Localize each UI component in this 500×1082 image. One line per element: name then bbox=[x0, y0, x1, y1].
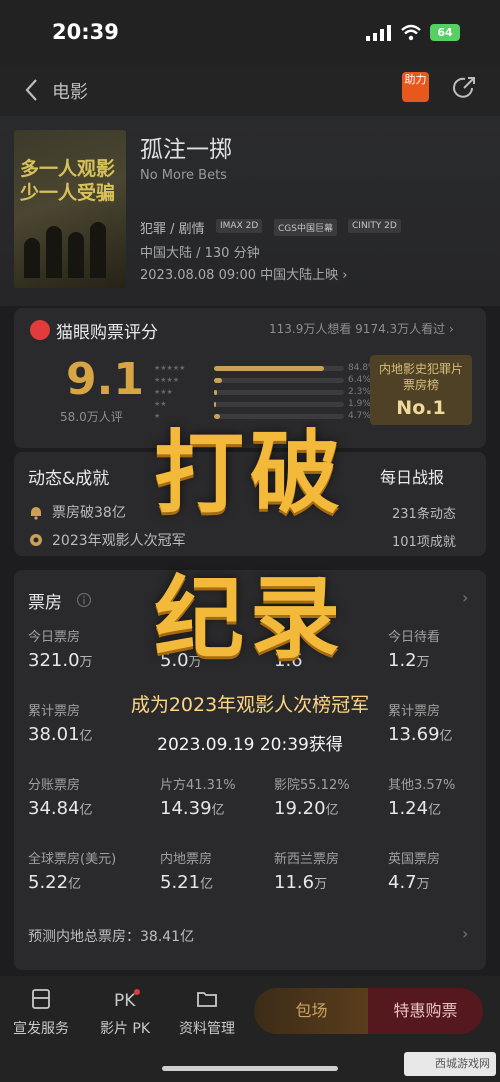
box-office-value: 34.84亿 bbox=[28, 798, 93, 819]
value-number: 4.7 bbox=[388, 872, 417, 893]
box-office-value: 5.22亿 bbox=[28, 872, 81, 893]
tab-publicity-service[interactable]: 宣发服务 bbox=[6, 988, 76, 1038]
box-office-value: 5.21亿 bbox=[160, 872, 213, 893]
poster-line-1: 多一人观影 bbox=[20, 158, 116, 180]
box-office-label: 内地票房 bbox=[160, 852, 213, 867]
box-office-value: 4.7万 bbox=[388, 872, 430, 893]
rating-title: 猫眼购票评分 bbox=[56, 323, 158, 343]
box-office-label: 分账票房 bbox=[28, 778, 81, 793]
bar-percent: 2.3% bbox=[348, 387, 371, 397]
movie-poster[interactable]: 多一人观影 少一人受骗 bbox=[14, 130, 126, 288]
rating-bar-row: ★★★ 2.3% bbox=[154, 387, 374, 398]
home-indicator bbox=[162, 1066, 338, 1071]
value-number: 1.24 bbox=[388, 798, 429, 819]
pk-icon: PK bbox=[114, 989, 140, 1011]
rank-line-2: 票房榜 bbox=[402, 378, 439, 392]
tab-material-management[interactable]: 资料管理 bbox=[172, 988, 242, 1038]
value-unit: 亿 bbox=[200, 877, 214, 892]
movie-region-runtime: 中国大陆 / 130 分钟 bbox=[140, 246, 260, 261]
box-office-label: 全球票房(美元) bbox=[28, 852, 117, 867]
format-badge: CGS中国巨幕 bbox=[274, 219, 337, 236]
overlay-subtitle: 成为2023年观影人次榜冠军 bbox=[130, 694, 370, 716]
rating-bar-row: ★★★★ 6.4% bbox=[154, 375, 374, 386]
buy-ticket-button[interactable]: 特惠购票 bbox=[368, 988, 483, 1034]
movie-title-en: No More Bets bbox=[140, 168, 227, 183]
poster-figure bbox=[90, 222, 106, 278]
box-office-label: 英国票房 bbox=[388, 852, 441, 867]
box-office-value: 11.6万 bbox=[274, 872, 327, 893]
format-badge: CINITY 2D bbox=[348, 219, 401, 233]
poster-figure bbox=[24, 238, 40, 278]
overlay-line-2: 纪录 bbox=[154, 566, 346, 671]
value-unit: 亿 bbox=[68, 877, 82, 892]
value-unit: 万 bbox=[314, 877, 328, 892]
movie-title: 孤注一掷 bbox=[140, 137, 232, 163]
rating-score: 9.1 bbox=[66, 354, 144, 405]
poster-figure bbox=[68, 232, 84, 278]
tab-label: 影片 PK bbox=[99, 1021, 151, 1037]
box-office-label: 新西兰票房 bbox=[274, 852, 340, 867]
share-icon[interactable] bbox=[450, 74, 478, 102]
poster-figure bbox=[46, 226, 62, 278]
value-number: 19.20 bbox=[274, 798, 326, 819]
tab-movie-pk[interactable]: PK 影片 PK bbox=[90, 988, 160, 1038]
bar-fill bbox=[214, 378, 223, 383]
overlay-line-1: 打破 bbox=[154, 421, 346, 526]
bar-track bbox=[214, 378, 344, 383]
boost-button[interactable]: 助力 bbox=[402, 72, 429, 102]
value-unit: 万 bbox=[416, 877, 430, 892]
wifi-icon bbox=[401, 24, 421, 41]
back-icon[interactable] bbox=[24, 78, 38, 102]
cellular-signal-icon bbox=[366, 25, 391, 41]
bar-fill bbox=[214, 390, 217, 395]
value-unit: 亿 bbox=[325, 803, 339, 818]
movie-release[interactable]: 2023.08.08 09:00 中国大陆上映 › bbox=[140, 264, 348, 283]
box-office-value: 19.20亿 bbox=[274, 798, 339, 819]
box-office-label: 片方41.31% bbox=[160, 778, 236, 793]
box-office-label: 影院55.12% bbox=[274, 778, 350, 793]
poster-line-2: 少一人受骗 bbox=[20, 182, 116, 204]
rank-line-1: 内地影史犯罪片 bbox=[378, 362, 463, 376]
value-unit: 亿 bbox=[428, 803, 442, 818]
box-office-label: 其他3.57% bbox=[388, 778, 456, 793]
bar-percent: 6.4% bbox=[348, 375, 371, 385]
tab-label: 资料管理 bbox=[179, 1021, 235, 1037]
bar-track bbox=[214, 366, 344, 371]
nav-title[interactable]: 电影 bbox=[52, 78, 88, 104]
document-icon bbox=[32, 989, 50, 1009]
value-number: 11.6 bbox=[274, 872, 315, 893]
private-screening-button[interactable]: 包场 bbox=[254, 988, 369, 1034]
value-number: 34.84 bbox=[28, 798, 80, 819]
movie-header: 多一人观影 少一人受骗 孤注一掷 No More Bets 犯罪 / 剧情 IM… bbox=[0, 116, 500, 306]
movie-genre: 犯罪 / 剧情 bbox=[140, 222, 205, 237]
rating-counts[interactable]: 113.9万人想看 9174.3万人看过 › bbox=[269, 320, 454, 337]
rating-bar-row: ★★★★★ 84.8% bbox=[154, 363, 377, 374]
overlay-date: 2023.09.19 20:39获得 bbox=[157, 735, 343, 755]
value-number: 5.22 bbox=[28, 872, 69, 893]
maoyan-logo-icon bbox=[30, 320, 50, 340]
watermark: 西城游戏网 bbox=[404, 1052, 496, 1076]
bar-fill bbox=[214, 366, 325, 371]
value-number: 14.39 bbox=[160, 798, 212, 819]
battery-icon: 64 bbox=[430, 24, 460, 41]
status-bar: 20:39 64 bbox=[0, 0, 500, 66]
value-unit: 亿 bbox=[211, 803, 225, 818]
value-number: 5.21 bbox=[160, 872, 201, 893]
svg-text:PK: PK bbox=[114, 991, 136, 1010]
folder-icon bbox=[197, 992, 217, 1007]
nav-bar: 电影 助力 bbox=[0, 66, 500, 116]
bar-track bbox=[214, 390, 344, 395]
tab-label: 宣发服务 bbox=[13, 1021, 69, 1037]
bar-stars: ★★★ bbox=[154, 388, 173, 396]
box-office-value: 1.24亿 bbox=[388, 798, 441, 819]
box-office-value: 14.39亿 bbox=[160, 798, 225, 819]
bar-stars: ★★★★ bbox=[154, 376, 180, 384]
value-unit: 亿 bbox=[79, 803, 93, 818]
format-badge: IMAX 2D bbox=[216, 219, 263, 233]
status-time: 20:39 bbox=[52, 20, 119, 44]
bar-stars: ★★★★★ bbox=[154, 364, 186, 372]
forecast-total[interactable]: 预测内地总票房：38.41亿 bbox=[28, 926, 194, 946]
chevron-right-icon[interactable]: › bbox=[462, 924, 468, 943]
